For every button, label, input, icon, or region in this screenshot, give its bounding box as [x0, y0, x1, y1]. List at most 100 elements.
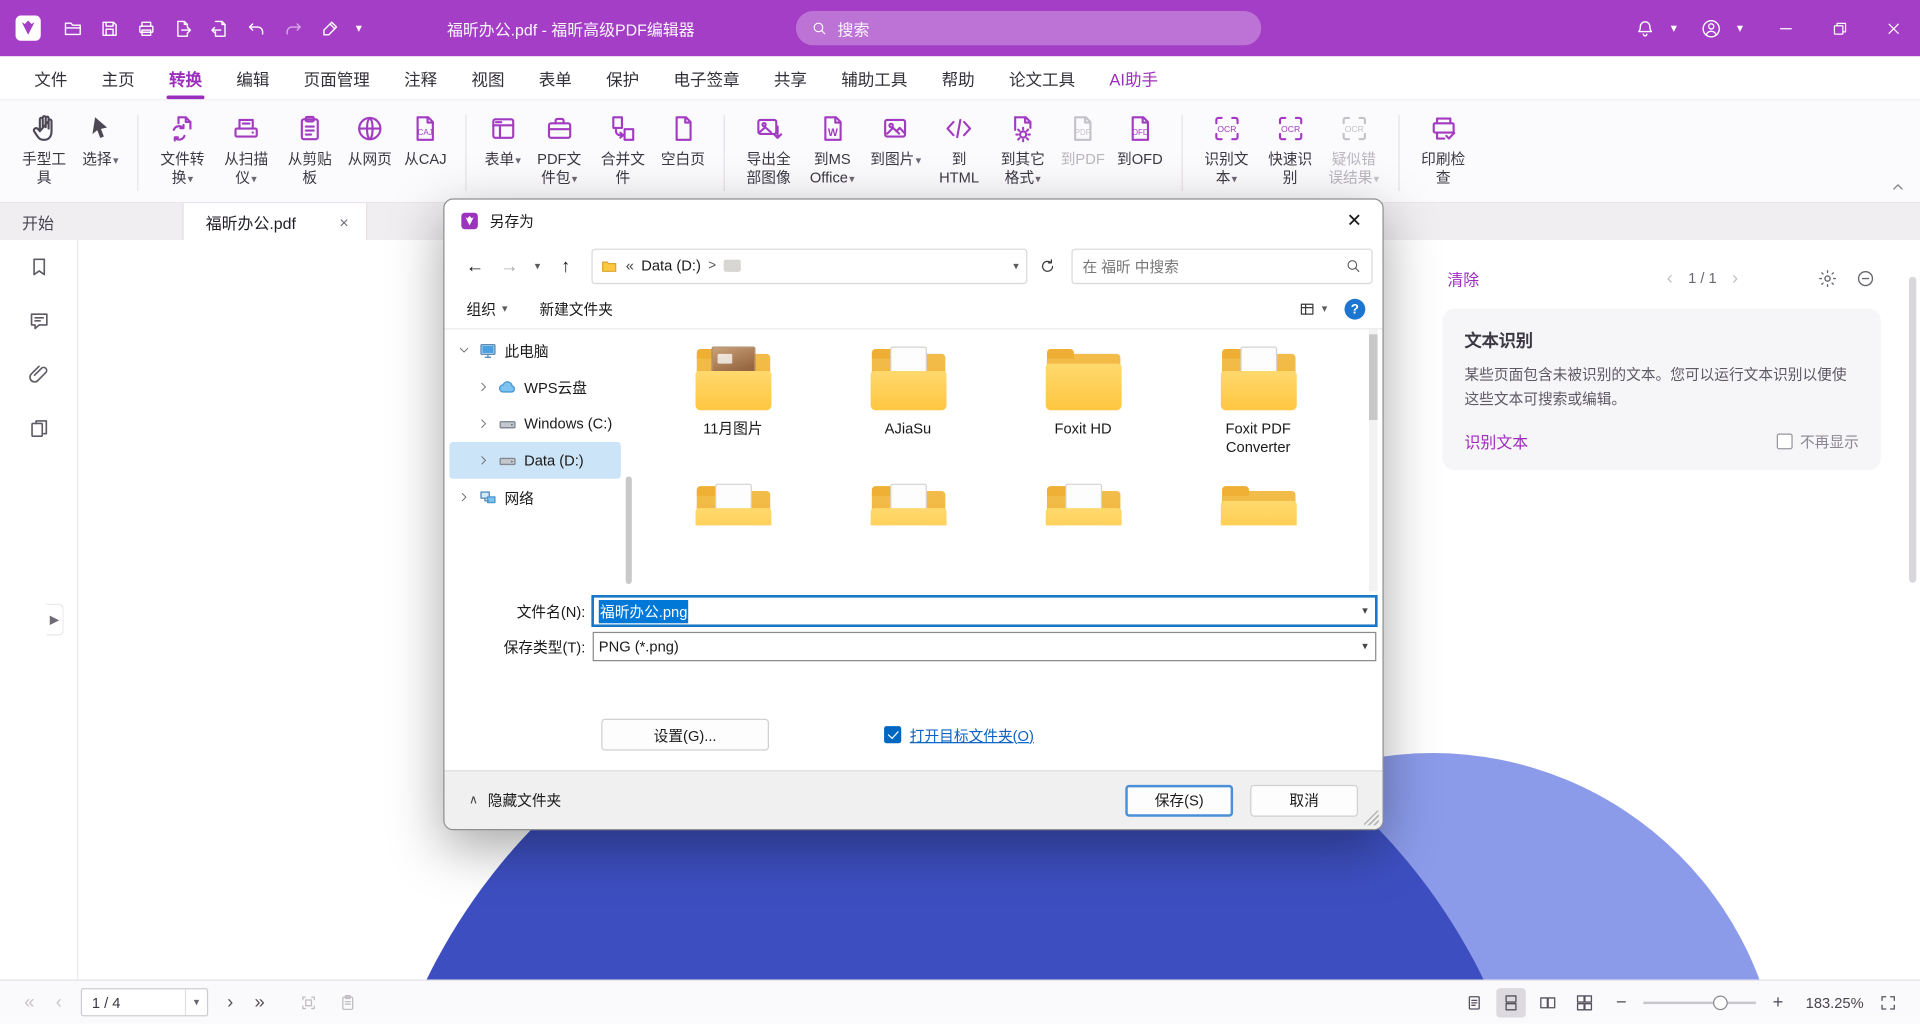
document-scrollbar-thumb[interactable] — [1909, 277, 1916, 583]
dialog-close-button[interactable]: ✕ — [1326, 200, 1382, 242]
cancel-button[interactable]: 取消 — [1250, 784, 1358, 816]
breadcrumb-segment[interactable]: Data (D:) — [641, 257, 701, 274]
view-mode-button[interactable] — [1533, 988, 1562, 1017]
menu-tab[interactable]: 编辑 — [219, 56, 286, 99]
status-tool-button[interactable] — [294, 988, 323, 1017]
menu-tab[interactable]: 论文工具 — [992, 56, 1092, 99]
filetype-chevron-down-icon[interactable]: ▾ — [1362, 640, 1368, 653]
ribbon-button[interactable]: 空白页 — [655, 110, 711, 188]
ribbon-button[interactable]: 合并文件 — [591, 110, 655, 188]
hide-folders-button[interactable]: ∧ 隐藏文件夹 — [469, 790, 561, 811]
prev-notification-chevron-left-icon[interactable]: ‹ — [1656, 268, 1683, 289]
menu-tab[interactable]: 辅助工具 — [824, 56, 924, 99]
page-nav-button[interactable]: » — [247, 992, 271, 1013]
menu-tab[interactable]: 注释 — [387, 56, 454, 99]
filename-input[interactable]: 福昕办公.png ▾ — [593, 596, 1377, 625]
settings-button[interactable]: 设置(G)... — [601, 719, 769, 751]
quick-action-button[interactable] — [54, 10, 91, 47]
tree-item[interactable]: WPS云盘 — [449, 369, 620, 406]
tree-scrollbar-thumb[interactable] — [626, 476, 632, 584]
tree-item[interactable]: 网络 — [449, 479, 620, 516]
menu-tab[interactable]: 文件 — [17, 56, 84, 99]
quick-action-button[interactable] — [91, 10, 128, 47]
menu-tab[interactable]: 共享 — [757, 56, 824, 99]
sidebar-expand-handle[interactable]: ▶ — [47, 604, 64, 636]
folder-item[interactable] — [820, 484, 995, 526]
folder-item[interactable]: Foxit HD — [996, 347, 1171, 457]
page-nav-button[interactable]: « — [17, 992, 41, 1013]
collapse-minus-circle-icon[interactable] — [1855, 268, 1876, 289]
global-search-input[interactable]: 搜索 — [796, 11, 1261, 45]
folder-item[interactable] — [645, 484, 820, 526]
close-window-button[interactable] — [1866, 0, 1920, 56]
breadcrumb-overflow[interactable]: « — [626, 257, 634, 274]
dialog-resize-grip[interactable] — [1364, 811, 1379, 826]
gear-icon[interactable] — [1817, 268, 1838, 289]
dialog-search-input[interactable]: 在 福昕 中搜索 — [1071, 248, 1372, 284]
ribbon-button[interactable]: 表单 — [478, 110, 527, 188]
ribbon-button[interactable]: CAJ 从CAJ — [398, 110, 453, 188]
ribbon-button[interactable]: 手型工具 — [12, 110, 76, 188]
menu-tab[interactable]: 视图 — [454, 56, 521, 99]
zoom-slider-handle[interactable] — [1713, 995, 1728, 1010]
ribbon-button[interactable]: W 到MS Office — [800, 110, 864, 188]
sidebar-panel-button[interactable] — [0, 348, 78, 402]
next-notification-chevron-right-icon[interactable]: › — [1722, 268, 1749, 289]
folder-item[interactable] — [1171, 484, 1346, 526]
menu-tab[interactable]: 表单 — [522, 56, 589, 99]
document-tab[interactable]: 福昕办公.pdf × — [184, 203, 368, 240]
page-number-input[interactable]: 1 / 4 ▾ — [81, 988, 208, 1016]
quick-action-button[interactable] — [164, 10, 201, 47]
view-mode-button[interactable] — [1496, 988, 1525, 1017]
quick-toolbar-chevron-down-icon[interactable]: ▾ — [348, 21, 370, 34]
tree-chevron-right-icon[interactable] — [457, 343, 472, 358]
status-tool-button[interactable] — [333, 988, 362, 1017]
document-tab[interactable]: 开始 × — [0, 203, 184, 240]
menu-tab[interactable]: 保护 — [589, 56, 656, 99]
folder-item[interactable]: 11月图片 — [645, 347, 820, 457]
ribbon-button[interactable]: OCR 识别文本 — [1195, 110, 1259, 188]
page-nav-button[interactable]: › — [218, 992, 242, 1013]
filetype-select[interactable]: PNG (*.png) ▾ — [593, 632, 1377, 661]
page-chevron-down-icon[interactable]: ▾ — [185, 989, 207, 1015]
tree-chevron-right-icon[interactable] — [476, 380, 491, 395]
folder-item[interactable] — [996, 484, 1171, 526]
view-mode-button[interactable] — [1570, 988, 1599, 1017]
ribbon-button[interactable]: 文件转换 — [151, 110, 215, 188]
clear-button[interactable]: 清除 — [1447, 266, 1479, 289]
recent-locations-chevron-down-icon[interactable]: ▾ — [528, 250, 548, 282]
forward-button[interactable]: → — [493, 250, 525, 282]
recognize-text-link[interactable]: 识别文本 — [1464, 429, 1528, 452]
restore-button[interactable] — [1812, 0, 1866, 56]
fullscreen-button[interactable] — [1873, 988, 1902, 1017]
account-chevron-down-icon[interactable]: ▾ — [1729, 21, 1751, 34]
breadcrumb-current-folder[interactable] — [723, 260, 740, 272]
open-target-folder-checkbox[interactable] — [884, 726, 901, 743]
ribbon-button[interactable]: 到其它格式 — [991, 110, 1055, 188]
address-bar[interactable]: « Data (D:) > ▾ — [591, 248, 1027, 284]
view-mode-button[interactable] — [1460, 988, 1489, 1017]
dismiss-option[interactable]: 不再显示 — [1777, 431, 1859, 452]
zoom-slider[interactable] — [1643, 990, 1756, 1014]
menu-tab[interactable]: 电子签章 — [656, 56, 756, 99]
menu-tab[interactable]: 页面管理 — [287, 56, 387, 99]
tree-chevron-right-icon[interactable] — [457, 490, 472, 505]
change-view-button[interactable]: ▾ — [1299, 300, 1328, 318]
sidebar-panel-button[interactable] — [0, 402, 78, 456]
save-button[interactable]: 保存(S) — [1125, 784, 1233, 816]
sidebar-panel-button[interactable] — [0, 294, 78, 348]
address-chevron-down-icon[interactable]: ▾ — [1013, 259, 1019, 272]
ribbon-button[interactable]: PDF 到PDF — [1055, 110, 1111, 188]
help-button[interactable]: ? — [1344, 299, 1365, 320]
ribbon-button[interactable]: OCR 疑似错误结果 — [1322, 110, 1386, 188]
zoom-in-button[interactable]: + — [1766, 992, 1790, 1013]
minimize-button[interactable] — [1758, 0, 1812, 56]
folder-item[interactable]: AJiaSu — [820, 347, 995, 457]
notifications-button[interactable] — [1626, 10, 1663, 47]
quick-action-button[interactable] — [274, 10, 311, 47]
quick-action-button[interactable] — [238, 10, 275, 47]
ribbon-button[interactable]: PDF文件包 — [527, 110, 591, 188]
tree-item[interactable]: Data (D:) — [449, 442, 620, 479]
back-button[interactable]: ← — [459, 250, 491, 282]
close-tab-icon[interactable]: × — [334, 212, 354, 232]
